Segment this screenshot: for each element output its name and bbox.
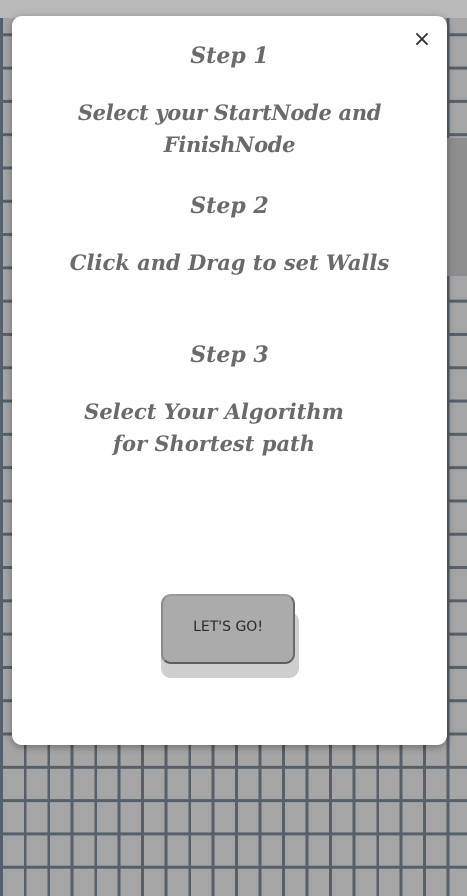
step-1-title: Step 1 bbox=[190, 43, 269, 69]
step-2-description: Click and Drag to set Walls bbox=[69, 250, 390, 275]
step-2-title: Step 2 bbox=[190, 193, 269, 219]
lets-go-button[interactable]: LET'S GO! bbox=[161, 594, 295, 664]
lets-go-button-wrapper: LET'S GO! bbox=[161, 594, 299, 680]
tutorial-modal: × Step 1 Select your StartNode and Finis… bbox=[12, 16, 447, 745]
step-3-title: Step 3 bbox=[190, 342, 269, 368]
step-3-description: Select Your Algorithm for Shortest path bbox=[84, 399, 344, 456]
step-1-description: Select your StartNode and FinishNode bbox=[77, 100, 382, 157]
